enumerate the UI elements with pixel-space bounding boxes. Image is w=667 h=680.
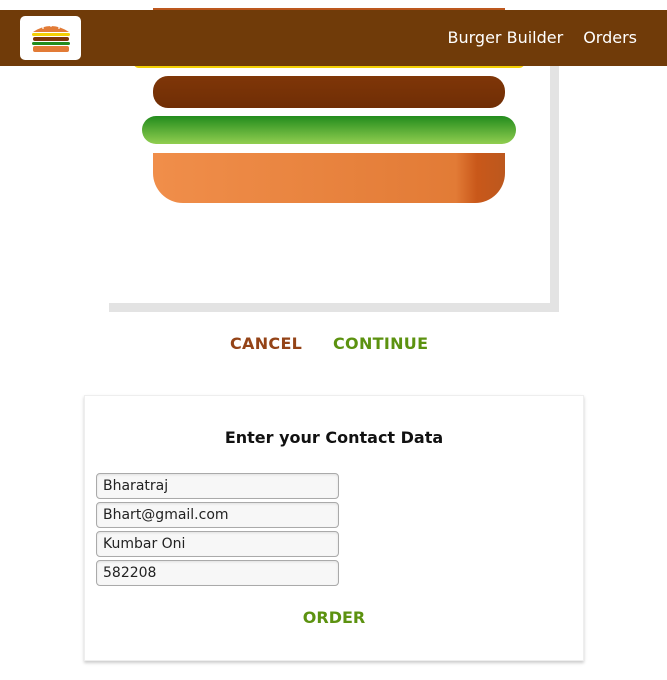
nav-item-burger-builder[interactable]: Burger Builder xyxy=(438,10,574,66)
main-nav: Burger Builder Orders xyxy=(438,10,667,66)
burger-preview-edge-bottom xyxy=(109,303,559,312)
contact-data-card: Enter your Contact Data ORDER xyxy=(84,395,584,661)
ingredient-salad xyxy=(142,116,516,144)
name-field[interactable] xyxy=(96,473,339,499)
header-top-strip xyxy=(0,0,667,10)
burger-logo-icon[interactable] xyxy=(20,16,81,60)
order-button[interactable]: ORDER xyxy=(85,608,583,627)
burger-logo-svg xyxy=(31,25,70,52)
cancel-button[interactable]: CANCEL xyxy=(222,330,310,357)
contact-form-title: Enter your Contact Data xyxy=(224,428,444,447)
ingredient-bread-bottom xyxy=(153,153,505,203)
nav-item-orders[interactable]: Orders xyxy=(573,10,667,66)
page: Burger Builder Orders CANCEL CONTINUE En… xyxy=(0,0,667,680)
postal-code-field[interactable] xyxy=(96,560,339,586)
ingredient-meat xyxy=(153,76,505,108)
continue-button[interactable]: CONTINUE xyxy=(325,330,436,357)
toolbar: Burger Builder Orders xyxy=(0,10,667,66)
street-field[interactable] xyxy=(96,531,339,557)
email-field[interactable] xyxy=(96,502,339,528)
